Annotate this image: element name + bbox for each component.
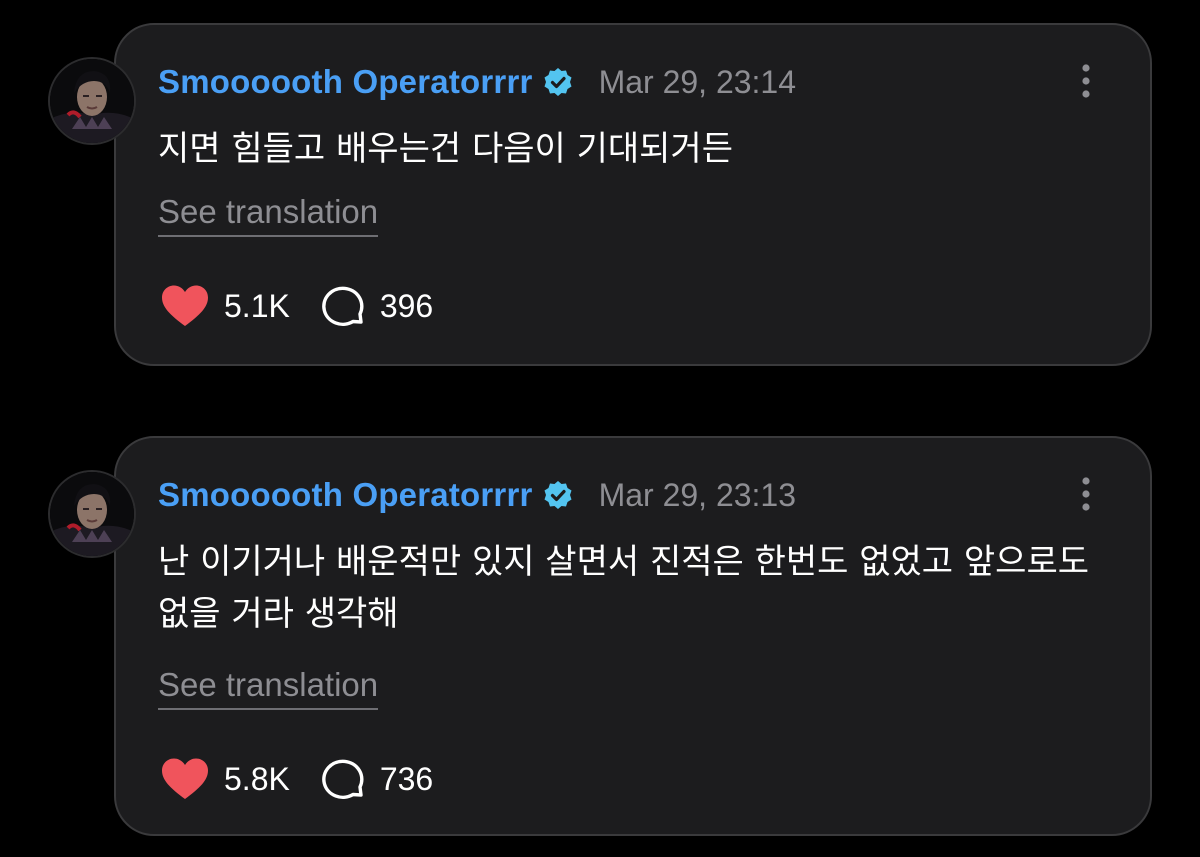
comment-button[interactable]: 736 — [320, 757, 433, 801]
post-feed: Smoooooth Operatorrrr Mar 29, 23:14 지면 힘… — [0, 0, 1200, 857]
timestamp: Mar 29, 23:14 — [598, 63, 797, 100]
avatar[interactable] — [48, 470, 136, 558]
like-count: 5.8K — [224, 760, 290, 797]
timestamp: Mar 29, 23:13 — [598, 476, 797, 513]
username[interactable]: Smoooooth Operatorrrr — [158, 63, 533, 101]
see-translation-link[interactable]: See translation — [158, 193, 379, 237]
comment-count: 396 — [379, 287, 434, 324]
like-button[interactable]: 5.8K — [160, 757, 290, 801]
comment-bubble-icon — [320, 284, 366, 328]
post-header: Smoooooth Operatorrrr Mar 29, 23:14 — [158, 59, 796, 105]
verified-badge-icon — [543, 67, 573, 97]
avatar[interactable] — [48, 57, 136, 145]
like-count: 5.1K — [224, 287, 290, 324]
post-card[interactable]: Smoooooth Operatorrrr Mar 29, 23:14 지면 힘… — [48, 23, 1152, 366]
more-options-icon[interactable] — [1076, 476, 1096, 512]
like-button[interactable]: 5.1K — [160, 284, 290, 328]
username[interactable]: Smoooooth Operatorrrr — [158, 476, 533, 514]
verified-badge-icon — [543, 480, 573, 510]
post-actions: 5.1K 396 — [160, 284, 433, 328]
see-translation-link[interactable]: See translation — [158, 666, 379, 710]
post-actions: 5.8K 736 — [160, 757, 433, 801]
post-header: Smoooooth Operatorrrr Mar 29, 23:13 — [158, 472, 796, 518]
post-text: 지면 힘들고 배우는건 다음이 기대되거든 — [158, 129, 733, 169]
comment-button[interactable]: 396 — [320, 284, 433, 328]
heart-icon — [160, 757, 210, 801]
post-card[interactable]: Smoooooth Operatorrrr Mar 29, 23:13 난 이기… — [48, 436, 1152, 836]
comment-bubble-icon — [320, 757, 366, 801]
comment-count: 736 — [379, 760, 434, 797]
post-text: 난 이기거나 배운적만 있지 살면서 진적은 한번도 없었고 앞으로도 없을 거… — [158, 542, 1090, 634]
heart-icon — [160, 284, 210, 328]
more-options-icon[interactable] — [1076, 63, 1096, 99]
